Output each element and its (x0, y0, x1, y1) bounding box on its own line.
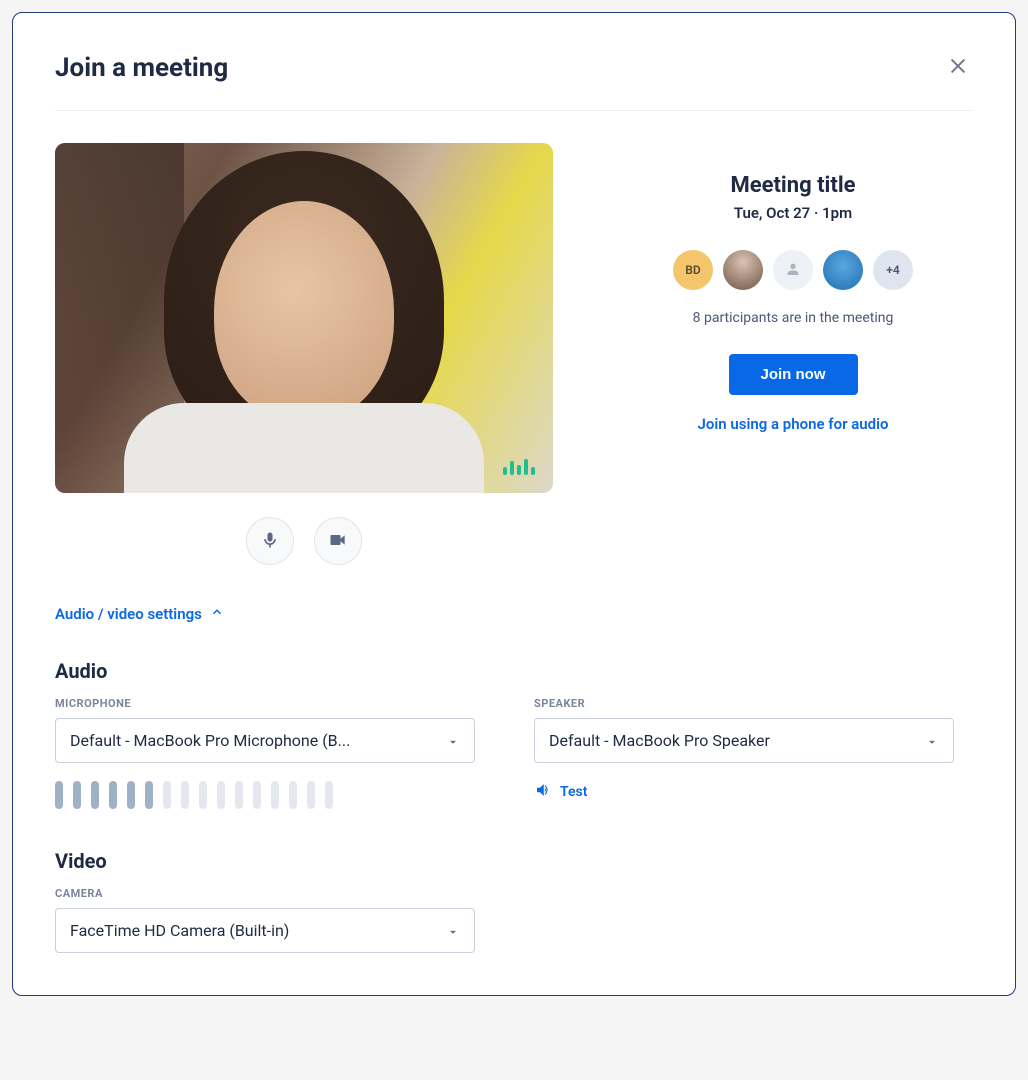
join-now-button[interactable]: Join now (729, 354, 858, 395)
audio-settings: MICROPHONE Default - MacBook Pro Microph… (55, 697, 973, 809)
microphone-label: MICROPHONE (55, 697, 494, 710)
preview-controls (55, 517, 553, 565)
meeting-time: Tue, Oct 27 · 1pm (734, 204, 852, 222)
microphone-select[interactable]: Default - MacBook Pro Microphone (B... (55, 718, 475, 763)
meeting-info: Meeting title Tue, Oct 27 · 1pm BD +4 8 … (613, 143, 973, 565)
chevron-up-icon (210, 605, 224, 623)
camera-button[interactable] (314, 517, 362, 565)
meeting-title: Meeting title (730, 173, 855, 198)
microphone-value: Default - MacBook Pro Microphone (B... (70, 731, 350, 750)
avatar-photo[interactable] (823, 250, 863, 290)
test-speaker-button[interactable]: Test (534, 781, 973, 803)
join-by-phone-link[interactable]: Join using a phone for audio (698, 415, 889, 433)
camera-value: FaceTime HD Camera (Built-in) (70, 921, 289, 940)
test-speaker-label: Test (560, 784, 587, 800)
speaker-field: SPEAKER Default - MacBook Pro Speaker Te… (534, 697, 973, 809)
audio-activity-icon (503, 459, 535, 475)
close-icon (947, 65, 969, 80)
person-icon (785, 261, 801, 280)
caret-down-icon (446, 924, 460, 938)
speaker-select[interactable]: Default - MacBook Pro Speaker (534, 718, 954, 763)
speaker-value: Default - MacBook Pro Speaker (549, 731, 770, 750)
camera-icon (328, 530, 348, 553)
avatar-placeholder[interactable] (773, 250, 813, 290)
join-meeting-modal: Join a meeting (12, 12, 1016, 996)
video-settings: CAMERA FaceTime HD Camera (Built-in) (55, 887, 973, 953)
mic-level-meter (55, 781, 494, 809)
av-settings-label: Audio / video settings (55, 605, 202, 623)
video-section-title: Video (55, 849, 973, 873)
caret-down-icon (446, 734, 460, 748)
av-settings-toggle[interactable]: Audio / video settings (55, 605, 973, 623)
avatar-initials[interactable]: BD (673, 250, 713, 290)
caret-down-icon (925, 734, 939, 748)
modal-header: Join a meeting (55, 51, 973, 111)
modal-title: Join a meeting (55, 53, 228, 83)
audio-section-title: Audio (55, 659, 973, 683)
avatar-overflow[interactable]: +4 (873, 250, 913, 290)
close-button[interactable] (943, 51, 973, 84)
speaker-icon (534, 781, 552, 803)
participant-avatars: BD +4 (673, 250, 913, 290)
speaker-label: SPEAKER (534, 697, 973, 710)
camera-select[interactable]: FaceTime HD Camera (Built-in) (55, 908, 475, 953)
preview-column (55, 143, 553, 565)
microphone-icon (260, 530, 280, 553)
camera-label: CAMERA (55, 887, 973, 900)
participants-count: 8 participants are in the meeting (693, 310, 894, 326)
video-preview (55, 143, 553, 493)
microphone-field: MICROPHONE Default - MacBook Pro Microph… (55, 697, 494, 809)
top-area: Meeting title Tue, Oct 27 · 1pm BD +4 8 … (55, 143, 973, 565)
avatar-photo[interactable] (723, 250, 763, 290)
mute-button[interactable] (246, 517, 294, 565)
